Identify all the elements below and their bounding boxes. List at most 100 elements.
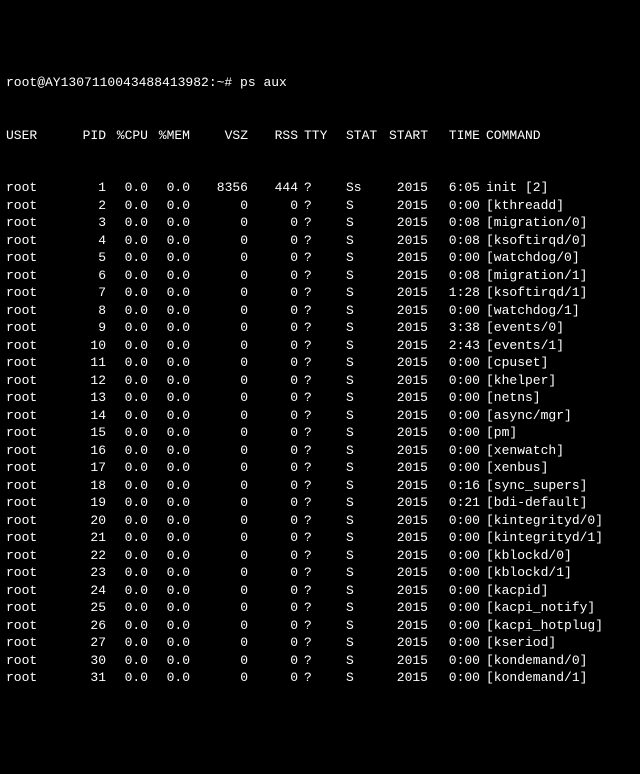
header-tty: TTY [298, 127, 328, 145]
cell-cpu: 0.0 [106, 319, 148, 337]
cell-stat: S [328, 214, 378, 232]
cell-user: root [6, 354, 51, 372]
cell-time: 0:00 [428, 249, 480, 267]
cell-pid: 25 [51, 599, 106, 617]
cell-tty: ? [298, 372, 328, 390]
cell-start: 2015 [378, 599, 428, 617]
cell-mem: 0.0 [148, 564, 190, 582]
cell-start: 2015 [378, 547, 428, 565]
header-start: START [378, 127, 428, 145]
cell-pid: 4 [51, 232, 106, 250]
process-row: root190.00.000?S20150:21[bdi-default] [6, 494, 634, 512]
cell-mem: 0.0 [148, 232, 190, 250]
cell-tty: ? [298, 529, 328, 547]
cell-cpu: 0.0 [106, 652, 148, 670]
cell-command: [ksoftirqd/0] [480, 232, 634, 250]
cell-stat: S [328, 599, 378, 617]
cell-user: root [6, 512, 51, 530]
cell-command: [sync_supers] [480, 477, 634, 495]
cell-user: root [6, 564, 51, 582]
cell-tty: ? [298, 407, 328, 425]
cell-mem: 0.0 [148, 634, 190, 652]
ps-rows: root10.00.08356444?Ss20156:05init [2]roo… [6, 179, 634, 687]
cell-command: [kthreadd] [480, 197, 634, 215]
cell-time: 0:00 [428, 302, 480, 320]
cell-vsz: 0 [190, 337, 248, 355]
process-row: root140.00.000?S20150:00[async/mgr] [6, 407, 634, 425]
cell-time: 0:00 [428, 389, 480, 407]
cell-vsz: 0 [190, 634, 248, 652]
cell-mem: 0.0 [148, 424, 190, 442]
cell-rss: 0 [248, 512, 298, 530]
cell-vsz: 0 [190, 267, 248, 285]
cell-start: 2015 [378, 372, 428, 390]
header-pid: PID [51, 127, 106, 145]
cell-mem: 0.0 [148, 617, 190, 635]
cell-mem: 0.0 [148, 442, 190, 460]
cell-stat: S [328, 319, 378, 337]
cell-pid: 20 [51, 512, 106, 530]
cell-vsz: 0 [190, 284, 248, 302]
cell-time: 0:00 [428, 459, 480, 477]
cell-cpu: 0.0 [106, 477, 148, 495]
cell-cpu: 0.0 [106, 512, 148, 530]
cell-mem: 0.0 [148, 407, 190, 425]
cell-tty: ? [298, 599, 328, 617]
shell-prompt[interactable]: root@AY1307110043488413982:~# ps aux [6, 74, 634, 92]
cell-cpu: 0.0 [106, 372, 148, 390]
cell-command: [xenwatch] [480, 442, 634, 460]
process-row: root240.00.000?S20150:00[kacpid] [6, 582, 634, 600]
cell-time: 0:00 [428, 354, 480, 372]
cell-time: 1:28 [428, 284, 480, 302]
cell-user: root [6, 249, 51, 267]
cell-pid: 13 [51, 389, 106, 407]
cell-command: init [2] [480, 179, 634, 197]
cell-time: 6:05 [428, 179, 480, 197]
cell-pid: 31 [51, 669, 106, 687]
cell-start: 2015 [378, 197, 428, 215]
cell-stat: S [328, 459, 378, 477]
cell-rss: 0 [248, 547, 298, 565]
cell-mem: 0.0 [148, 669, 190, 687]
cell-stat: S [328, 389, 378, 407]
cell-tty: ? [298, 547, 328, 565]
cell-start: 2015 [378, 284, 428, 302]
cell-time: 0:00 [428, 407, 480, 425]
cell-cpu: 0.0 [106, 617, 148, 635]
cell-time: 0:08 [428, 232, 480, 250]
cell-rss: 0 [248, 599, 298, 617]
cell-command: [events/0] [480, 319, 634, 337]
cell-command: [kintegrityd/1] [480, 529, 634, 547]
cell-start: 2015 [378, 267, 428, 285]
cell-start: 2015 [378, 319, 428, 337]
cell-stat: S [328, 442, 378, 460]
cell-mem: 0.0 [148, 284, 190, 302]
cell-cpu: 0.0 [106, 599, 148, 617]
cell-user: root [6, 459, 51, 477]
cell-tty: ? [298, 617, 328, 635]
cell-pid: 30 [51, 652, 106, 670]
cell-pid: 18 [51, 477, 106, 495]
cell-user: root [6, 319, 51, 337]
cell-tty: ? [298, 302, 328, 320]
cell-tty: ? [298, 267, 328, 285]
cell-stat: S [328, 564, 378, 582]
cell-pid: 1 [51, 179, 106, 197]
cell-command: [events/1] [480, 337, 634, 355]
cell-tty: ? [298, 389, 328, 407]
cell-cpu: 0.0 [106, 302, 148, 320]
cell-start: 2015 [378, 564, 428, 582]
process-row: root300.00.000?S20150:00[kondemand/0] [6, 652, 634, 670]
cell-user: root [6, 599, 51, 617]
cell-rss: 0 [248, 407, 298, 425]
process-row: root50.00.000?S20150:00[watchdog/0] [6, 249, 634, 267]
cell-time: 0:00 [428, 197, 480, 215]
cell-command: [khelper] [480, 372, 634, 390]
cell-tty: ? [298, 652, 328, 670]
cell-tty: ? [298, 232, 328, 250]
cell-vsz: 0 [190, 389, 248, 407]
cell-tty: ? [298, 319, 328, 337]
cell-start: 2015 [378, 634, 428, 652]
cell-pid: 12 [51, 372, 106, 390]
header-rss: RSS [248, 127, 298, 145]
